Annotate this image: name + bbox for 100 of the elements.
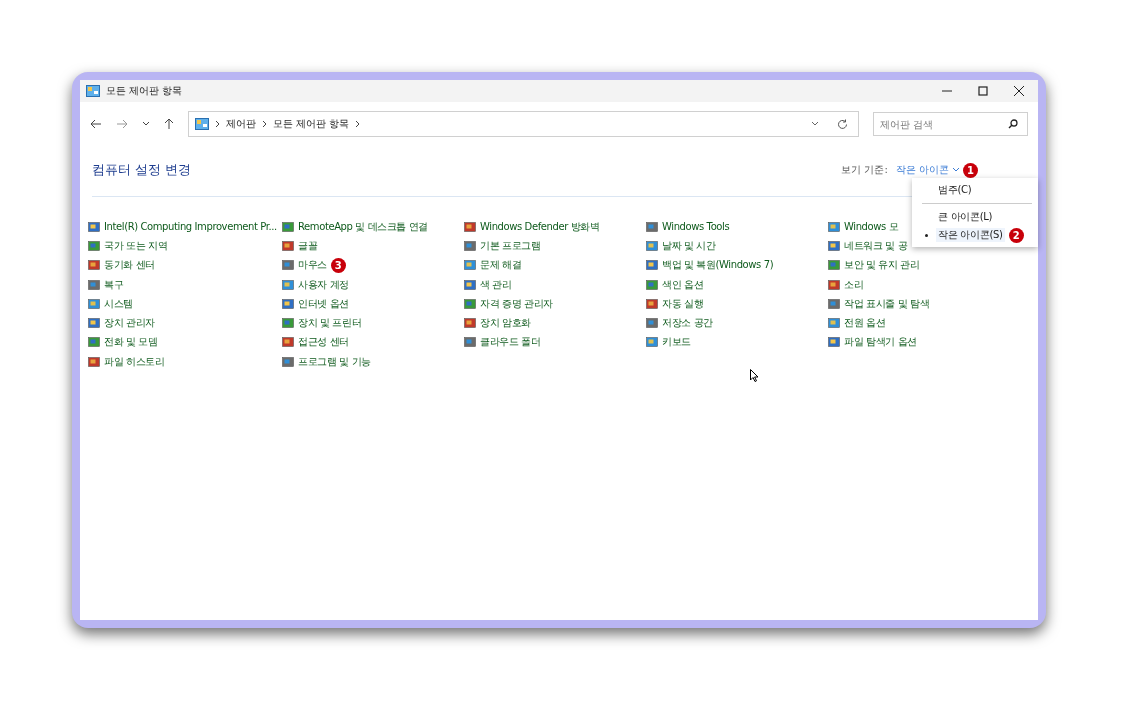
settings-item-icon <box>88 336 100 349</box>
settings-item-link[interactable]: 동기화 센터 <box>104 258 155 273</box>
settings-item-link[interactable]: 자동 실행 <box>662 296 704 311</box>
settings-item-icon <box>646 297 658 310</box>
mouse-pointer-icon <box>750 369 759 382</box>
refresh-icon[interactable] <box>837 118 848 130</box>
chevron-down-icon[interactable] <box>811 121 819 127</box>
settings-item-icon <box>88 355 100 368</box>
forward-arrow-icon[interactable] <box>116 119 128 129</box>
settings-item-link[interactable]: 복구 <box>104 277 124 292</box>
settings-item-icon <box>282 297 294 310</box>
settings-item-link[interactable]: 전화 및 모뎀 <box>104 335 158 350</box>
settings-item-link[interactable]: 작업 표시줄 및 탐색 <box>844 296 930 311</box>
settings-item-icon <box>464 317 476 330</box>
settings-item-link[interactable]: 백업 및 복원(Windows 7) <box>662 258 774 273</box>
settings-item-link[interactable]: 글꼴 <box>298 238 318 253</box>
settings-item-icon <box>464 259 476 272</box>
breadcrumb-item[interactable]: 제어판 <box>226 117 256 131</box>
settings-item-icon <box>88 297 100 310</box>
settings-item-link[interactable]: Windows Tools <box>662 221 730 233</box>
settings-item-link[interactable]: 국가 또는 지역 <box>104 238 168 253</box>
settings-item-link[interactable]: Windows Defender 방화벽 <box>480 219 600 234</box>
settings-item-icon <box>282 355 294 368</box>
settings-item-icon <box>88 239 100 252</box>
settings-item-icon <box>464 336 476 349</box>
search-field[interactable]: 제어판 검색 <box>873 112 1028 136</box>
annotation-badge: 3 <box>330 257 346 273</box>
settings-item-link[interactable]: Windows 모 <box>844 219 899 234</box>
settings-item-icon <box>828 259 840 272</box>
settings-item-link[interactable]: 장치 암호화 <box>480 316 531 331</box>
settings-item-link[interactable]: 색인 옵션 <box>662 277 704 292</box>
settings-item-link[interactable]: 저장소 공간 <box>662 316 713 331</box>
breadcrumb-item[interactable]: 모든 제어판 항목 <box>273 117 350 131</box>
settings-item-link[interactable]: 소리 <box>844 277 864 292</box>
settings-item-link[interactable]: 키보드 <box>662 335 691 350</box>
settings-item-link[interactable]: 네트워크 및 공 <box>844 238 908 253</box>
chevron-right-icon <box>215 120 220 128</box>
annotation-badge: 1 <box>963 162 978 178</box>
settings-item-icon <box>464 239 476 252</box>
settings-item-icon <box>646 336 658 349</box>
maximize-icon[interactable] <box>978 86 988 96</box>
settings-item-icon <box>828 336 840 349</box>
settings-item-link[interactable]: Intel(R) Computing Improvement Pr... <box>104 221 277 233</box>
settings-item-icon <box>828 239 840 252</box>
control-panel-icon <box>86 85 100 97</box>
settings-item-icon <box>646 278 658 291</box>
settings-item-icon <box>88 278 100 291</box>
settings-item-link[interactable]: 사용자 계정 <box>298 277 349 292</box>
annotation-badge: 2 <box>1008 227 1024 243</box>
settings-item-icon <box>282 317 294 330</box>
settings-item-link[interactable]: 기본 프로그램 <box>480 238 541 253</box>
view-dropdown[interactable]: 작은 아이콘 <box>895 163 949 177</box>
up-arrow-icon[interactable] <box>164 118 174 130</box>
caret-icon <box>953 168 959 172</box>
settings-item-icon <box>646 317 658 330</box>
address-bar[interactable]: 제어판 모든 제어판 항목 <box>188 111 859 137</box>
chevron-right-icon <box>355 120 361 128</box>
menu-item[interactable]: 범주(C) <box>936 183 974 197</box>
settings-item-icon <box>646 220 658 233</box>
settings-item-icon <box>828 317 840 330</box>
view-by-label: 보기 기준: <box>841 163 888 177</box>
settings-item-link[interactable]: RemoteApp 및 데스크톱 연결 <box>298 219 429 234</box>
chevron-right-icon <box>262 120 267 128</box>
settings-item-icon <box>88 220 100 233</box>
settings-item-icon <box>282 220 294 233</box>
settings-item-link[interactable]: 마우스 <box>298 258 327 273</box>
settings-item-link[interactable]: 보안 및 유지 관리 <box>844 258 920 273</box>
settings-item-link[interactable]: 파일 히스토리 <box>104 354 165 369</box>
menu-item[interactable]: 작은 아이콘(S) <box>936 228 1005 242</box>
back-arrow-icon[interactable] <box>90 119 102 129</box>
settings-item-icon <box>282 336 294 349</box>
settings-item-link[interactable]: 접근성 센터 <box>298 335 349 350</box>
settings-item-icon <box>828 220 840 233</box>
settings-item-icon <box>646 259 658 272</box>
window-title: 모든 제어판 항목 <box>106 84 183 98</box>
settings-item-link[interactable]: 장치 및 프린터 <box>298 316 362 331</box>
settings-item-icon <box>282 259 294 272</box>
search-icon <box>1008 119 1018 129</box>
settings-item-link[interactable]: 자격 증명 관리자 <box>480 296 553 311</box>
close-icon[interactable] <box>1014 86 1024 96</box>
settings-item-link[interactable]: 문제 해결 <box>480 258 522 273</box>
settings-item-icon <box>464 297 476 310</box>
chevron-down-icon[interactable] <box>142 121 150 127</box>
settings-item-link[interactable]: 시스템 <box>104 296 133 311</box>
settings-item-link[interactable]: 파일 탐색기 옵션 <box>844 335 917 350</box>
settings-item-icon <box>88 259 100 272</box>
settings-item-link[interactable]: 장치 관리자 <box>104 316 155 331</box>
settings-item-link[interactable]: 전원 옵션 <box>844 316 886 331</box>
page-heading: 컴퓨터 설정 변경 <box>92 161 191 179</box>
settings-item-link[interactable]: 프로그램 및 기능 <box>298 354 371 369</box>
settings-item-icon <box>828 297 840 310</box>
settings-item-link[interactable]: 색 관리 <box>480 277 512 292</box>
menu-item[interactable]: 큰 아이콘(L) <box>936 210 995 224</box>
control-panel-icon <box>195 118 209 130</box>
settings-item-link[interactable]: 날짜 및 시간 <box>662 238 716 253</box>
settings-item-link[interactable]: 클라우드 폴더 <box>480 335 541 350</box>
settings-item-icon <box>464 278 476 291</box>
settings-item-icon <box>88 317 100 330</box>
settings-item-link[interactable]: 인터넷 옵션 <box>298 296 349 311</box>
settings-item-icon <box>828 278 840 291</box>
